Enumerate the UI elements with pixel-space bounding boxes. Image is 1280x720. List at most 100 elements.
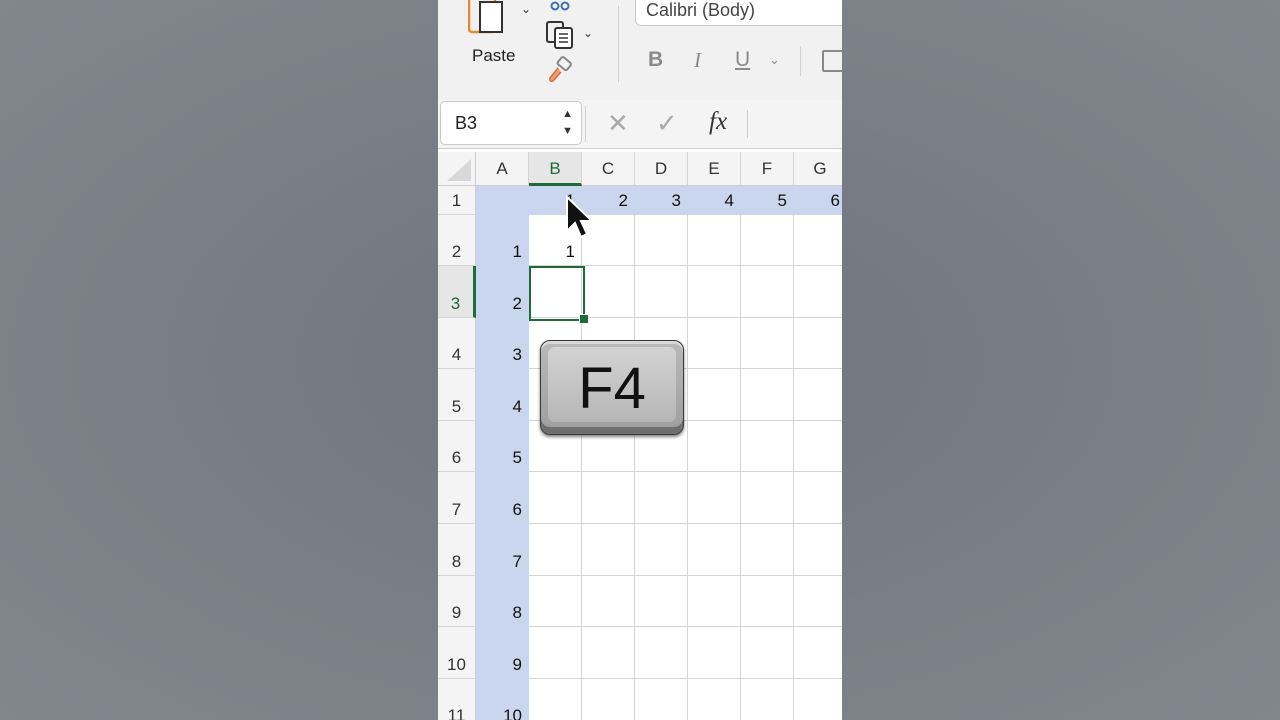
cell-a3[interactable]: 2 <box>476 266 529 318</box>
row-header-10[interactable]: 10 <box>438 627 476 679</box>
cell-g8[interactable] <box>794 524 842 576</box>
italic-button[interactable]: I <box>694 48 701 73</box>
cell-g4[interactable] <box>794 318 842 369</box>
cell-a11[interactable]: 10 <box>476 679 529 720</box>
cell-c9[interactable] <box>582 576 635 627</box>
column-header-g[interactable]: G <box>794 152 842 186</box>
cell-d8[interactable] <box>635 524 688 576</box>
cell-a10[interactable]: 9 <box>476 627 529 679</box>
cell-e11[interactable] <box>688 679 741 720</box>
select-all-corner[interactable] <box>438 152 476 186</box>
insert-function-icon[interactable]: fx <box>709 108 727 136</box>
name-box[interactable]: B3 ▲ ▼ <box>440 101 582 145</box>
paste-button-label[interactable]: Paste <box>472 46 515 66</box>
cell-c10[interactable] <box>582 627 635 679</box>
cell-g6[interactable] <box>794 421 842 472</box>
cell-g7[interactable] <box>794 472 842 524</box>
cell-f4[interactable] <box>741 318 794 369</box>
cell-a1[interactable] <box>476 186 529 215</box>
cell-b10[interactable] <box>529 627 582 679</box>
column-header-f[interactable]: F <box>741 152 794 186</box>
column-header-c[interactable]: C <box>582 152 635 186</box>
format-painter-icon[interactable] <box>546 56 574 84</box>
row-header-9[interactable]: 9 <box>438 576 476 627</box>
cell-f1[interactable]: 5 <box>741 186 794 215</box>
name-box-stepper-icon[interactable]: ▲ ▼ <box>562 106 573 140</box>
cell-g1[interactable]: 6 <box>794 186 842 215</box>
cell-a8[interactable]: 7 <box>476 524 529 576</box>
cell-a2[interactable]: 1 <box>476 215 529 266</box>
cell-e3[interactable] <box>688 266 741 318</box>
cell-c7[interactable] <box>582 472 635 524</box>
cell-f3[interactable] <box>741 266 794 318</box>
cell-e9[interactable] <box>688 576 741 627</box>
cell-g10[interactable] <box>794 627 842 679</box>
cell-f7[interactable] <box>741 472 794 524</box>
row-header-3[interactable]: 3 <box>438 266 476 318</box>
cell-e1[interactable]: 4 <box>688 186 741 215</box>
formula-input[interactable] <box>747 110 748 138</box>
cell-f6[interactable] <box>741 421 794 472</box>
cell-e6[interactable] <box>688 421 741 472</box>
cell-d1[interactable]: 3 <box>635 186 688 215</box>
cell-b7[interactable] <box>529 472 582 524</box>
cell-f11[interactable] <box>741 679 794 720</box>
cell-a5[interactable]: 4 <box>476 369 529 421</box>
cell-g5[interactable] <box>794 369 842 421</box>
paste-chevron-down-icon[interactable]: ⌄ <box>521 2 531 16</box>
row-header-6[interactable]: 6 <box>438 421 476 472</box>
cell-b11[interactable] <box>529 679 582 720</box>
paste-icon[interactable] <box>468 0 504 36</box>
underline-chevron-down-icon[interactable]: ⌄ <box>769 52 780 68</box>
fill-handle[interactable] <box>579 314 589 324</box>
cell-e5[interactable] <box>688 369 741 421</box>
cell-f10[interactable] <box>741 627 794 679</box>
cell-g9[interactable] <box>794 576 842 627</box>
cell-d9[interactable] <box>635 576 688 627</box>
cell-a4[interactable]: 3 <box>476 318 529 369</box>
cell-f5[interactable] <box>741 369 794 421</box>
cell-a7[interactable]: 6 <box>476 472 529 524</box>
cell-e4[interactable] <box>688 318 741 369</box>
column-header-e[interactable]: E <box>688 152 741 186</box>
font-name-dropdown[interactable]: Calibri (Body) <box>635 0 842 26</box>
row-header-8[interactable]: 8 <box>438 524 476 576</box>
cell-a9[interactable]: 8 <box>476 576 529 627</box>
cell-b9[interactable] <box>529 576 582 627</box>
row-header-1[interactable]: 1 <box>438 186 476 215</box>
cell-d2[interactable] <box>635 215 688 266</box>
cell-d3[interactable] <box>635 266 688 318</box>
copy-icon[interactable] <box>545 20 575 50</box>
bold-button[interactable]: B <box>648 48 663 72</box>
column-header-d[interactable]: D <box>635 152 688 186</box>
enter-check-icon[interactable]: ✓ <box>656 108 678 139</box>
cell-f8[interactable] <box>741 524 794 576</box>
borders-icon[interactable] <box>822 50 842 72</box>
cell-d11[interactable] <box>635 679 688 720</box>
cell-e7[interactable] <box>688 472 741 524</box>
row-header-4[interactable]: 4 <box>438 318 476 369</box>
column-header-a[interactable]: A <box>476 152 529 186</box>
cell-g11[interactable] <box>794 679 842 720</box>
cell-b8[interactable] <box>529 524 582 576</box>
row-header-5[interactable]: 5 <box>438 369 476 421</box>
cell-e2[interactable] <box>688 215 741 266</box>
cell-g2[interactable] <box>794 215 842 266</box>
row-header-11[interactable]: 11 <box>438 679 476 720</box>
copy-chevron-down-icon[interactable]: ⌄ <box>583 26 593 40</box>
cell-d10[interactable] <box>635 627 688 679</box>
cell-g3[interactable] <box>794 266 842 318</box>
cell-c8[interactable] <box>582 524 635 576</box>
underline-button[interactable]: U <box>735 48 750 72</box>
cell-f9[interactable] <box>741 576 794 627</box>
cell-c3[interactable] <box>582 266 635 318</box>
cell-e10[interactable] <box>688 627 741 679</box>
cancel-icon[interactable]: ✕ <box>607 108 629 139</box>
row-header-7[interactable]: 7 <box>438 472 476 524</box>
column-header-b[interactable]: B <box>529 152 582 186</box>
cell-c11[interactable] <box>582 679 635 720</box>
cell-d7[interactable] <box>635 472 688 524</box>
row-header-2[interactable]: 2 <box>438 215 476 266</box>
cell-a6[interactable]: 5 <box>476 421 529 472</box>
cell-e8[interactable] <box>688 524 741 576</box>
